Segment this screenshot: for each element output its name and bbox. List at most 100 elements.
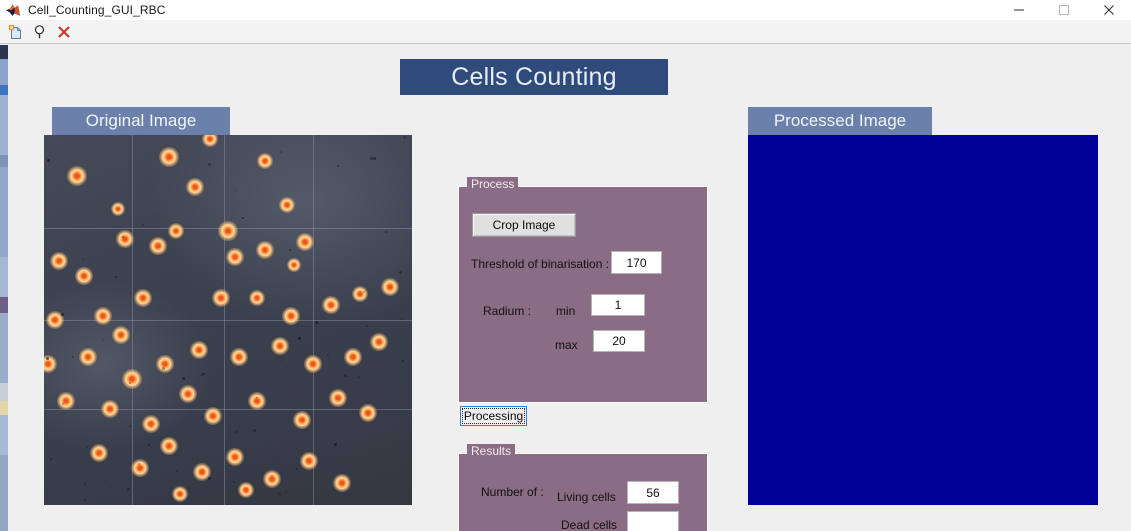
original-image-axes[interactable] (44, 135, 412, 505)
cell-marker (160, 436, 179, 455)
radium-min-input-value: 1 (614, 298, 622, 312)
debris-speck (81, 257, 84, 260)
dead-cells-label: Dead cells (561, 518, 618, 531)
gridline-vertical (312, 135, 314, 505)
debris-speck (277, 459, 279, 461)
debris-speck (357, 375, 361, 379)
processing-button-label: Processing (463, 409, 524, 423)
results-panel-legend: Results (467, 444, 516, 458)
debris-speck (84, 482, 87, 485)
threshold-input[interactable]: 170 (611, 251, 662, 274)
cell-marker (358, 403, 377, 422)
living-cells-input-value: 56 (646, 485, 660, 500)
cell-marker (110, 202, 125, 216)
title-bar: Cell_Counting_GUI_RBC (0, 0, 1131, 20)
window-controls (996, 0, 1131, 20)
processed-image-header-text: Processed Image (773, 111, 907, 130)
cell-marker (333, 473, 352, 492)
cell-marker (380, 277, 399, 296)
cell-marker (185, 177, 204, 196)
cell-marker (256, 152, 273, 169)
cell-marker (178, 385, 197, 403)
cell-marker (115, 229, 134, 248)
debris-speck (83, 484, 85, 486)
delete-icon[interactable] (53, 22, 75, 42)
debris-speck (315, 320, 319, 324)
cell-marker (112, 325, 131, 344)
radium-label: Radium : (483, 304, 532, 318)
cell-marker (303, 355, 322, 374)
original-image-header-text: Original Image (85, 111, 197, 130)
debris-speck (45, 356, 49, 360)
debris-speck (161, 366, 165, 370)
results-panel: Results Number of : Living cells 56 Dead… (458, 444, 708, 531)
debris-speck (234, 189, 236, 191)
debris-speck (333, 442, 337, 446)
cell-marker (172, 485, 189, 502)
process-panel-legend: Process (467, 177, 519, 191)
number-of-label: Number of : (481, 485, 544, 499)
gridline-vertical (132, 135, 134, 505)
debris-speck (46, 158, 50, 162)
radium-max-input[interactable]: 20 (593, 330, 645, 352)
radium-max-label: max (555, 338, 578, 352)
toolbar (0, 20, 1131, 44)
debris-speck (60, 313, 64, 317)
close-icon[interactable] (1086, 0, 1131, 20)
debris-speck (252, 428, 256, 432)
cell-marker (329, 388, 348, 407)
dead-cells-input[interactable] (627, 511, 679, 531)
debris-speck (46, 290, 48, 292)
cell-marker (281, 307, 300, 326)
cell-marker (230, 348, 249, 366)
debris-speck (148, 443, 151, 446)
cell-marker (369, 333, 388, 352)
processed-image-axes[interactable] (748, 135, 1098, 505)
debris-speck (202, 372, 205, 375)
debris-speck (62, 402, 65, 405)
matlab-icon (5, 2, 21, 18)
crop-image-button[interactable]: Crop Image (472, 213, 576, 237)
cell-marker (292, 410, 311, 429)
debris-speck (128, 381, 131, 384)
figure-canvas: Cells Counting Original Image Load Image… (8, 45, 1131, 531)
cell-marker (149, 237, 168, 255)
cell-marker (344, 348, 363, 366)
debris-speck (280, 359, 282, 361)
radium-min-input[interactable]: 1 (591, 294, 645, 316)
debris-speck (138, 462, 141, 465)
cell-marker (101, 399, 120, 418)
cell-marker (255, 240, 274, 259)
cell-marker (141, 414, 160, 433)
process-panel: Process Crop Image Threshold of binarisa… (458, 177, 708, 403)
living-cells-input[interactable]: 56 (627, 481, 679, 504)
original-image-header: Original Image (52, 107, 230, 135)
threshold-label: Threshold of binarisation : (471, 257, 610, 271)
gridline-horizontal (44, 408, 412, 410)
debris-speck (141, 223, 144, 226)
maximize-icon[interactable] (1041, 0, 1086, 20)
page-title-text: Cells Counting (451, 62, 617, 91)
cell-marker (299, 451, 318, 470)
radium-min-label: min (556, 304, 576, 318)
cell-marker (287, 257, 302, 272)
minimize-icon[interactable] (996, 0, 1041, 20)
cell-marker (75, 266, 94, 285)
living-cells-label: Living cells (557, 490, 616, 504)
debris-speck (400, 318, 403, 321)
debris-speck (128, 425, 131, 428)
debris-speck (179, 444, 181, 446)
debris-speck (343, 373, 347, 377)
application-window: Cell_Counting_GUI_RBC Cells Counting Ori… (0, 0, 1131, 531)
cell-marker (201, 135, 218, 147)
debris-speck (354, 465, 356, 467)
processing-button[interactable]: Processing (460, 406, 527, 426)
zoom-icon[interactable] (29, 22, 51, 42)
debris-speck (398, 271, 402, 275)
processed-image-header: Processed Image (748, 107, 932, 135)
window-title: Cell_Counting_GUI_RBC (28, 3, 166, 17)
cell-marker (67, 165, 88, 186)
debris-speck (208, 476, 212, 480)
threshold-input-value: 170 (626, 255, 647, 270)
new-figure-icon[interactable] (5, 22, 27, 42)
